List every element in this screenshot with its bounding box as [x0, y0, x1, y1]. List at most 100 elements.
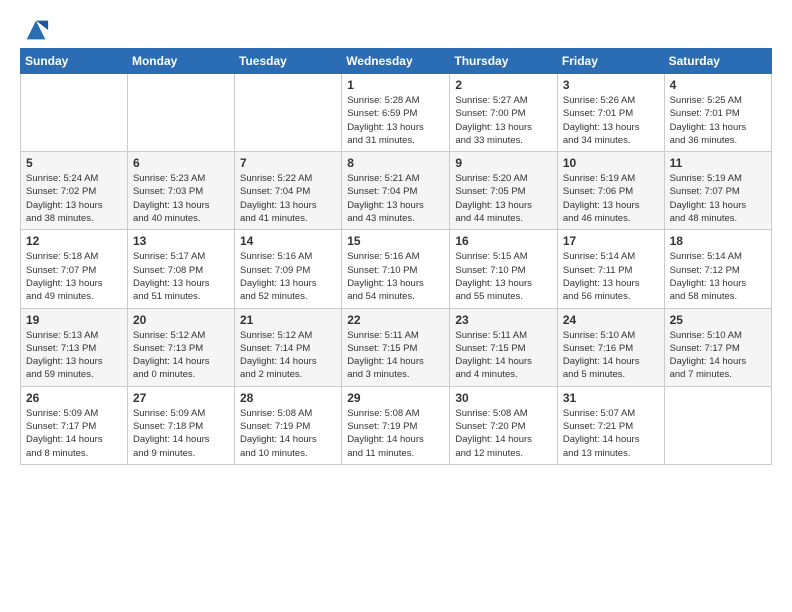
weekday-header-tuesday: Tuesday [235, 49, 342, 74]
day-info: Sunrise: 5:25 AM Sunset: 7:01 PM Dayligh… [670, 94, 766, 147]
day-info: Sunrise: 5:18 AM Sunset: 7:07 PM Dayligh… [26, 250, 122, 303]
weekday-header-wednesday: Wednesday [342, 49, 450, 74]
day-info: Sunrise: 5:17 AM Sunset: 7:08 PM Dayligh… [133, 250, 229, 303]
calendar-cell: 6 Sunrise: 5:23 AM Sunset: 7:03 PM Daylig… [127, 152, 234, 230]
logo-icon [22, 16, 50, 44]
day-number: 18 [670, 234, 766, 248]
day-info: Sunrise: 5:14 AM Sunset: 7:12 PM Dayligh… [670, 250, 766, 303]
calendar-cell: 7Sunrise: 5:22 AM Sunset: 7:04 PM Daylig… [235, 152, 342, 230]
day-number: 21 [240, 313, 336, 327]
day-info: Sunrise: 5:14 AM Sunset: 7:11 PM Dayligh… [563, 250, 659, 303]
day-info: Sunrise: 5:07 AM Sunset: 7:21 PM Dayligh… [563, 407, 659, 460]
calendar-cell: 9 Sunrise: 5:20 AM Sunset: 7:05 PM Daylig… [450, 152, 558, 230]
calendar-cell: 8 Sunrise: 5:21 AM Sunset: 7:04 PM Daylig… [342, 152, 450, 230]
calendar-cell: 11Sunrise: 5:19 AM Sunset: 7:07 PM Dayli… [664, 152, 771, 230]
calendar-cell: 17 Sunrise: 5:14 AM Sunset: 7:11 PM Dayli… [557, 230, 664, 308]
day-number: 9 [455, 156, 552, 170]
calendar-cell: 20 Sunrise: 5:12 AM Sunset: 7:13 PM Dayli… [127, 308, 234, 386]
day-number: 13 [133, 234, 229, 248]
calendar-cell: 28 Sunrise: 5:08 AM Sunset: 7:19 PM Dayli… [235, 386, 342, 464]
day-number: 1 [347, 78, 444, 92]
weekday-header-thursday: Thursday [450, 49, 558, 74]
day-number: 26 [26, 391, 122, 405]
day-info: Sunrise: 5:08 AM Sunset: 7:19 PM Dayligh… [347, 407, 444, 460]
day-number: 31 [563, 391, 659, 405]
day-number: 29 [347, 391, 444, 405]
weekday-header-friday: Friday [557, 49, 664, 74]
calendar-table: SundayMondayTuesdayWednesdayThursdayFrid… [20, 48, 772, 465]
day-number: 22 [347, 313, 444, 327]
calendar-cell: 15 Sunrise: 5:16 AM Sunset: 7:10 PM Dayli… [342, 230, 450, 308]
day-number: 24 [563, 313, 659, 327]
day-info: Sunrise: 5:20 AM Sunset: 7:05 PM Dayligh… [455, 172, 552, 225]
day-info: Sunrise: 5:28 AM Sunset: 6:59 PM Dayligh… [347, 94, 444, 147]
day-number: 20 [133, 313, 229, 327]
calendar-cell [664, 386, 771, 464]
calendar-week-row: 19 Sunrise: 5:13 AM Sunset: 7:13 PM Dayli… [21, 308, 772, 386]
calendar-cell: 5 Sunrise: 5:24 AM Sunset: 7:02 PM Daylig… [21, 152, 128, 230]
day-info: Sunrise: 5:08 AM Sunset: 7:19 PM Dayligh… [240, 407, 336, 460]
day-number: 6 [133, 156, 229, 170]
calendar-cell [127, 74, 234, 152]
day-number: 30 [455, 391, 552, 405]
day-info: Sunrise: 5:15 AM Sunset: 7:10 PM Dayligh… [455, 250, 552, 303]
day-number: 7 [240, 156, 336, 170]
day-info: Sunrise: 5:10 AM Sunset: 7:16 PM Dayligh… [563, 329, 659, 382]
calendar-cell: 29 Sunrise: 5:08 AM Sunset: 7:19 PM Dayli… [342, 386, 450, 464]
calendar-cell [235, 74, 342, 152]
day-number: 23 [455, 313, 552, 327]
day-number: 28 [240, 391, 336, 405]
calendar-cell: 1 Sunrise: 5:28 AM Sunset: 6:59 PM Daylig… [342, 74, 450, 152]
day-number: 2 [455, 78, 552, 92]
day-info: Sunrise: 5:26 AM Sunset: 7:01 PM Dayligh… [563, 94, 659, 147]
calendar-cell: 2Sunrise: 5:27 AM Sunset: 7:00 PM Daylig… [450, 74, 558, 152]
calendar-cell: 24 Sunrise: 5:10 AM Sunset: 7:16 PM Dayli… [557, 308, 664, 386]
day-info: Sunrise: 5:09 AM Sunset: 7:18 PM Dayligh… [133, 407, 229, 460]
day-info: Sunrise: 5:16 AM Sunset: 7:09 PM Dayligh… [240, 250, 336, 303]
day-info: Sunrise: 5:12 AM Sunset: 7:13 PM Dayligh… [133, 329, 229, 382]
calendar-cell: 23 Sunrise: 5:11 AM Sunset: 7:15 PM Dayli… [450, 308, 558, 386]
day-info: Sunrise: 5:11 AM Sunset: 7:15 PM Dayligh… [347, 329, 444, 382]
calendar-week-row: 5 Sunrise: 5:24 AM Sunset: 7:02 PM Daylig… [21, 152, 772, 230]
calendar-week-row: 12 Sunrise: 5:18 AM Sunset: 7:07 PM Dayli… [21, 230, 772, 308]
day-number: 15 [347, 234, 444, 248]
day-number: 5 [26, 156, 122, 170]
header [20, 16, 772, 38]
weekday-header-sunday: Sunday [21, 49, 128, 74]
calendar-cell: 12 Sunrise: 5:18 AM Sunset: 7:07 PM Dayli… [21, 230, 128, 308]
day-info: Sunrise: 5:11 AM Sunset: 7:15 PM Dayligh… [455, 329, 552, 382]
day-info: Sunrise: 5:23 AM Sunset: 7:03 PM Dayligh… [133, 172, 229, 225]
day-number: 8 [347, 156, 444, 170]
day-info: Sunrise: 5:24 AM Sunset: 7:02 PM Dayligh… [26, 172, 122, 225]
calendar-cell: 10 Sunrise: 5:19 AM Sunset: 7:06 PM Dayli… [557, 152, 664, 230]
day-info: Sunrise: 5:08 AM Sunset: 7:20 PM Dayligh… [455, 407, 552, 460]
day-number: 10 [563, 156, 659, 170]
calendar-cell: 26 Sunrise: 5:09 AM Sunset: 7:17 PM Dayli… [21, 386, 128, 464]
day-number: 3 [563, 78, 659, 92]
day-number: 19 [26, 313, 122, 327]
day-info: Sunrise: 5:09 AM Sunset: 7:17 PM Dayligh… [26, 407, 122, 460]
day-number: 14 [240, 234, 336, 248]
calendar-cell: 31 Sunrise: 5:07 AM Sunset: 7:21 PM Dayli… [557, 386, 664, 464]
calendar-week-row: 1 Sunrise: 5:28 AM Sunset: 6:59 PM Daylig… [21, 74, 772, 152]
weekday-header-monday: Monday [127, 49, 234, 74]
day-number: 12 [26, 234, 122, 248]
day-info: Sunrise: 5:21 AM Sunset: 7:04 PM Dayligh… [347, 172, 444, 225]
calendar-cell: 21 Sunrise: 5:12 AM Sunset: 7:14 PM Dayli… [235, 308, 342, 386]
day-info: Sunrise: 5:13 AM Sunset: 7:13 PM Dayligh… [26, 329, 122, 382]
day-info: Sunrise: 5:12 AM Sunset: 7:14 PM Dayligh… [240, 329, 336, 382]
day-number: 4 [670, 78, 766, 92]
calendar-cell: 25Sunrise: 5:10 AM Sunset: 7:17 PM Dayli… [664, 308, 771, 386]
day-number: 25 [670, 313, 766, 327]
day-number: 11 [670, 156, 766, 170]
day-number: 16 [455, 234, 552, 248]
calendar-cell: 14 Sunrise: 5:16 AM Sunset: 7:09 PM Dayli… [235, 230, 342, 308]
day-info: Sunrise: 5:16 AM Sunset: 7:10 PM Dayligh… [347, 250, 444, 303]
day-info: Sunrise: 5:19 AM Sunset: 7:06 PM Dayligh… [563, 172, 659, 225]
calendar-cell: 18 Sunrise: 5:14 AM Sunset: 7:12 PM Dayli… [664, 230, 771, 308]
calendar-cell: 22 Sunrise: 5:11 AM Sunset: 7:15 PM Dayli… [342, 308, 450, 386]
calendar-cell: 4 Sunrise: 5:25 AM Sunset: 7:01 PM Daylig… [664, 74, 771, 152]
calendar-cell [21, 74, 128, 152]
weekday-header-saturday: Saturday [664, 49, 771, 74]
day-number: 17 [563, 234, 659, 248]
